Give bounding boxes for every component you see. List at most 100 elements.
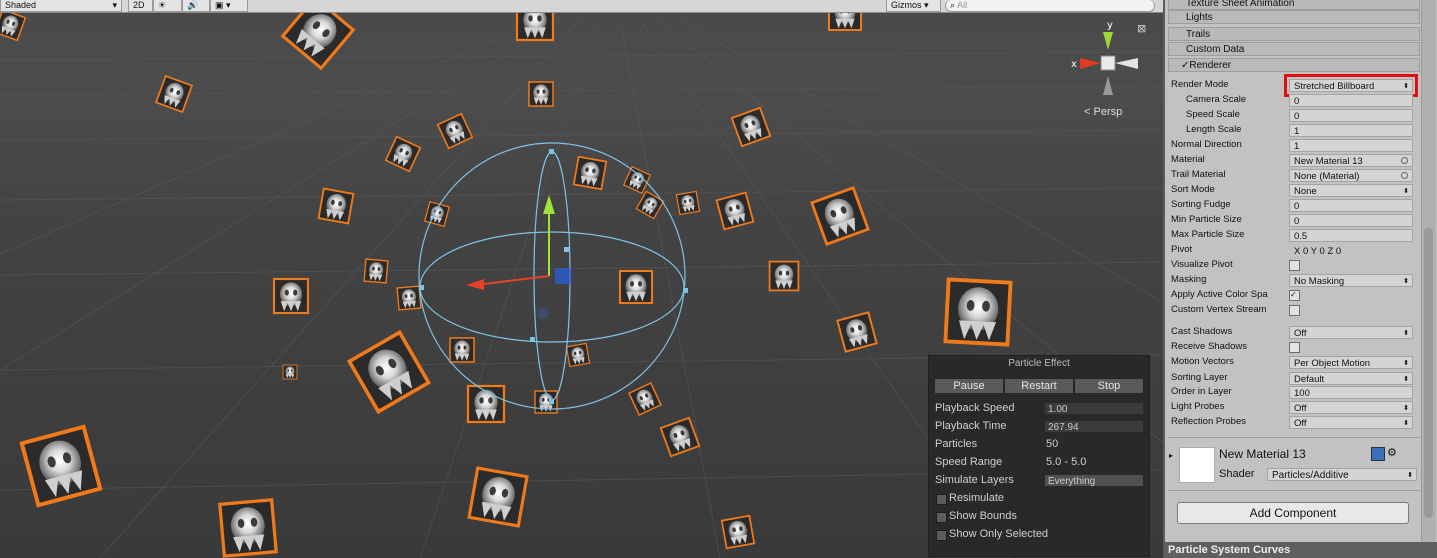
reflection-probes-label: Reflection Probes — [1171, 416, 1246, 427]
camera-scale-label: Camera Scale — [1186, 94, 1247, 105]
projection-toggle[interactable]: < Persp — [1084, 106, 1122, 118]
playback-buttons: Pause Restart Stop — [934, 378, 1144, 394]
min-particle-size-field[interactable]: 0 — [1289, 214, 1413, 227]
receive-shadows-label: Receive Shadows — [1171, 341, 1248, 352]
show-only-selected-checkbox[interactable] — [936, 530, 947, 541]
lighting-toggle[interactable]: ☀ — [153, 0, 182, 12]
sorting-fudge-label: Sorting Fudge — [1171, 199, 1231, 210]
restart-button[interactable]: Restart — [1004, 378, 1074, 394]
trail-material-label: Trail Material — [1171, 169, 1226, 180]
persp-label: Persp — [1093, 106, 1123, 118]
show-bounds-checkbox[interactable] — [936, 512, 947, 523]
module-custom-data[interactable]: Custom Data — [1168, 42, 1420, 56]
order-in-layer-field[interactable]: 100 — [1289, 386, 1413, 399]
playback-speed-field[interactable]: 1.00 — [1044, 402, 1144, 415]
sun-icon: ☀ — [158, 0, 167, 10]
cast-shadows-dropdown[interactable]: Off — [1289, 326, 1413, 339]
draw-mode-dropdown[interactable]: Shaded ▾ — [0, 0, 122, 12]
resimulate-label: Resimulate — [949, 492, 1005, 504]
custom-vertex-stream-label: Custom Vertex Stream — [1171, 304, 1267, 315]
scene-view[interactable]: y x ⊠ < Persp Shaded ▾ 2D ☀ 🔊 ▣ ▾ Gizmos … — [0, 0, 1163, 558]
sorting-layer-label: Sorting Layer — [1171, 372, 1228, 383]
masking-label: Masking — [1171, 274, 1207, 285]
custom-vertex-stream-checkbox[interactable] — [1289, 305, 1300, 316]
add-component-button[interactable]: Add Component — [1177, 502, 1409, 524]
sort-mode-dropdown[interactable]: None — [1289, 184, 1413, 197]
simulate-layers-dropdown[interactable]: Everything — [1044, 474, 1144, 487]
scrollbar-thumb[interactable] — [1424, 228, 1433, 518]
effects-dropdown[interactable]: ▣ ▾ — [210, 0, 248, 12]
foldout-icon[interactable]: ▸ — [1169, 451, 1173, 460]
speed-scale-field[interactable]: 0 — [1289, 109, 1413, 122]
svg-text:y: y — [1107, 20, 1113, 31]
light-probes-dropdown[interactable]: Off — [1289, 401, 1413, 414]
max-particle-size-field[interactable]: 0.5 — [1289, 229, 1413, 242]
object-picker-icon[interactable] — [1401, 172, 1408, 179]
sorting-fudge-field[interactable]: 0 — [1289, 199, 1413, 212]
module-texture-sheet-animation[interactable]: Texture Sheet Animation — [1168, 0, 1420, 10]
shader-dropdown[interactable]: Particles/Additive — [1267, 468, 1417, 481]
sort-mode-label: Sort Mode — [1171, 184, 1215, 195]
gizmos-dropdown[interactable]: Gizmos ▾ — [886, 0, 941, 12]
pivot-field[interactable]: X 0 Y 0 Z 0 — [1289, 244, 1413, 257]
module-lights[interactable]: Lights — [1168, 10, 1420, 24]
divider — [1168, 437, 1420, 438]
book-icon[interactable] — [1371, 447, 1385, 461]
material-field[interactable]: New Material 13 — [1289, 154, 1413, 167]
length-scale-label: Length Scale — [1186, 124, 1242, 135]
x-arrow-icon — [466, 279, 484, 290]
playback-speed-label: Playback Speed — [935, 402, 1015, 414]
visualize-pivot-label: Visualize Pivot — [1171, 259, 1233, 270]
show-only-selected-label: Show Only Selected — [949, 528, 1049, 540]
svg-text:⊠: ⊠ — [1137, 22, 1146, 35]
particle-effect-panel: Particle Effect Pause Restart Stop Playb… — [928, 355, 1150, 557]
scene-toolbar: Shaded ▾ 2D ☀ 🔊 ▣ ▾ Gizmos ▾ ⌕ All — [0, 0, 1163, 13]
length-scale-field[interactable]: 1 — [1289, 124, 1413, 137]
speed-range-value: 5.0 - 5.0 — [1046, 456, 1087, 468]
normal-direction-field[interactable]: 1 — [1289, 139, 1413, 152]
module-trails[interactable]: Trails — [1168, 27, 1420, 41]
max-particle-size-label: Max Particle Size — [1171, 229, 1245, 240]
render-mode-label: Render Mode — [1171, 79, 1229, 90]
module-renderer[interactable]: ✓Renderer — [1168, 58, 1420, 72]
particles-value: 50 — [1046, 438, 1059, 450]
playback-time-field[interactable]: 267.94 — [1044, 420, 1144, 433]
material-preview — [1179, 447, 1215, 483]
receive-shadows-checkbox[interactable] — [1289, 342, 1300, 353]
speed-range-label: Speed Range — [935, 456, 1003, 468]
inspector-panel: Texture Sheet Animation Lights Trails Cu… — [1163, 0, 1437, 558]
trail-material-field[interactable]: None (Material) — [1289, 169, 1413, 182]
speaker-icon: 🔊 — [187, 0, 199, 10]
pause-button[interactable]: Pause — [934, 378, 1004, 394]
camera-scale-field[interactable]: 0 — [1289, 94, 1413, 107]
sphere-shape-gizmo — [418, 142, 686, 410]
search-input[interactable]: ⌕ All — [945, 0, 1155, 12]
material-name: New Material 13 — [1219, 447, 1306, 461]
cast-shadows-label: Cast Shadows — [1171, 326, 1233, 337]
object-picker-icon[interactable] — [1401, 157, 1408, 164]
stop-button[interactable]: Stop — [1074, 378, 1144, 394]
sorting-layer-dropdown[interactable]: Default — [1289, 372, 1413, 385]
particle-system-curves-header[interactable]: Particle System Curves — [1165, 542, 1437, 558]
resimulate-checkbox[interactable] — [936, 494, 947, 505]
particles-label: Particles — [935, 438, 978, 450]
motion-vectors-dropdown[interactable]: Per Object Motion — [1289, 356, 1413, 369]
apply-active-color-spa-checkbox[interactable]: ✓ — [1289, 290, 1300, 301]
order-in-layer-label: Order in Layer — [1171, 386, 1232, 397]
render-mode-dropdown[interactable]: Stretched Billboard — [1284, 74, 1418, 97]
show-bounds-label: Show Bounds — [949, 510, 1017, 522]
inspector-scrollbar[interactable] — [1421, 0, 1436, 545]
playback-time-label: Playback Time — [935, 420, 1007, 432]
divider — [1168, 490, 1420, 491]
axis-cube-icon[interactable]: y x ⊠ — [1065, 18, 1160, 113]
particle-effect-title: Particle Effect — [1008, 358, 1070, 369]
masking-dropdown[interactable]: No Masking — [1289, 274, 1413, 287]
audio-toggle[interactable]: 🔊 — [182, 0, 210, 12]
apply-active-color-spa-label: Apply Active Color Spa — [1171, 289, 1268, 300]
material-label: Material — [1171, 154, 1205, 165]
2d-toggle[interactable]: 2D — [128, 0, 153, 12]
visualize-pivot-checkbox[interactable] — [1289, 260, 1300, 271]
image-icon: ▣ ▾ — [215, 0, 231, 10]
reflection-probes-dropdown[interactable]: Off — [1289, 416, 1413, 429]
settings-icon[interactable]: ⚙ — [1387, 446, 1397, 459]
